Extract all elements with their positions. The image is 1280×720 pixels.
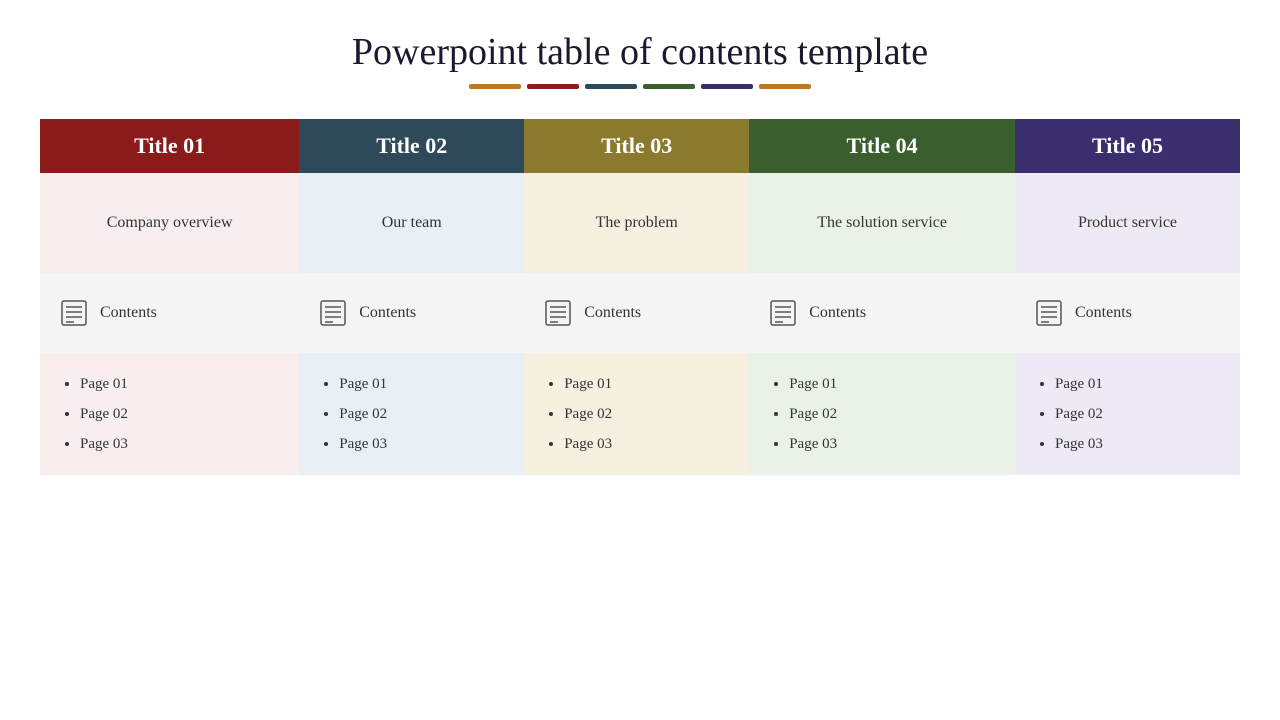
list-item: Page 02 (1055, 399, 1220, 429)
list-item: Page 01 (80, 369, 279, 399)
list-item: Page 03 (339, 429, 504, 459)
color-bar-1 (469, 84, 521, 89)
col2-contents-inner: Contents (319, 299, 504, 327)
list-item: Page 03 (564, 429, 729, 459)
col3-subtitle: The problem (524, 173, 749, 273)
col1-contents-inner: Contents (60, 299, 279, 327)
list-item: Page 01 (1055, 369, 1220, 399)
list-item: Page 02 (80, 399, 279, 429)
list-item: Page 03 (789, 429, 995, 459)
col5-page-list: Page 01 Page 02 Page 03 (1035, 369, 1220, 459)
col1-contents: Contents (40, 273, 299, 353)
col2-pages: Page 01 Page 02 Page 03 (299, 353, 524, 475)
col4-subtitle: The solution service (749, 173, 1015, 273)
contents-row: Contents Contents (40, 273, 1240, 353)
pages-row: Page 01 Page 02 Page 03 Page 01 Page 02 … (40, 353, 1240, 475)
list-item: Page 01 (339, 369, 504, 399)
col5-header: Title 05 (1015, 119, 1240, 173)
col3-contents: Contents (524, 273, 749, 353)
col5-contents: Contents (1015, 273, 1240, 353)
col4-contents-inner: Contents (769, 299, 995, 327)
header-row: Title 01 Title 02 Title 03 Title 04 Titl… (40, 119, 1240, 173)
list-item: Page 03 (80, 429, 279, 459)
list-item: Page 02 (564, 399, 729, 429)
col2-page-list: Page 01 Page 02 Page 03 (319, 369, 504, 459)
color-bar-6 (759, 84, 811, 89)
color-bar-4 (643, 84, 695, 89)
col3-page-list: Page 01 Page 02 Page 03 (544, 369, 729, 459)
col5-contents-inner: Contents (1035, 299, 1220, 327)
col4-page-list: Page 01 Page 02 Page 03 (769, 369, 995, 459)
col5-subtitle: Product service (1015, 173, 1240, 273)
col4-list-icon (769, 299, 797, 327)
col1-page-list: Page 01 Page 02 Page 03 (60, 369, 279, 459)
color-bar-3 (585, 84, 637, 89)
col1-header: Title 01 (40, 119, 299, 173)
color-bar-2 (527, 84, 579, 89)
color-bars-row (469, 84, 811, 89)
subtitle-row: Company overview Our team The problem Th… (40, 173, 1240, 273)
col1-list-icon (60, 299, 88, 327)
list-item: Page 01 (564, 369, 729, 399)
list-item: Page 01 (789, 369, 995, 399)
col4-header: Title 04 (749, 119, 1015, 173)
col3-pages: Page 01 Page 02 Page 03 (524, 353, 749, 475)
col3-header: Title 03 (524, 119, 749, 173)
list-item: Page 02 (789, 399, 995, 429)
col2-subtitle: Our team (299, 173, 524, 273)
page-title: Powerpoint table of contents template (352, 30, 928, 74)
color-bar-5 (701, 84, 753, 89)
page: Powerpoint table of contents template Ti… (0, 0, 1280, 720)
list-item: Page 02 (339, 399, 504, 429)
col1-pages: Page 01 Page 02 Page 03 (40, 353, 299, 475)
col1-subtitle: Company overview (40, 173, 299, 273)
contents-table: Title 01 Title 02 Title 03 Title 04 Titl… (40, 119, 1240, 475)
col5-pages: Page 01 Page 02 Page 03 (1015, 353, 1240, 475)
col5-list-icon (1035, 299, 1063, 327)
col4-pages: Page 01 Page 02 Page 03 (749, 353, 1015, 475)
col2-header: Title 02 (299, 119, 524, 173)
col4-contents: Contents (749, 273, 1015, 353)
list-item: Page 03 (1055, 429, 1220, 459)
col3-contents-inner: Contents (544, 299, 729, 327)
col2-contents: Contents (299, 273, 524, 353)
col3-list-icon (544, 299, 572, 327)
col2-list-icon (319, 299, 347, 327)
